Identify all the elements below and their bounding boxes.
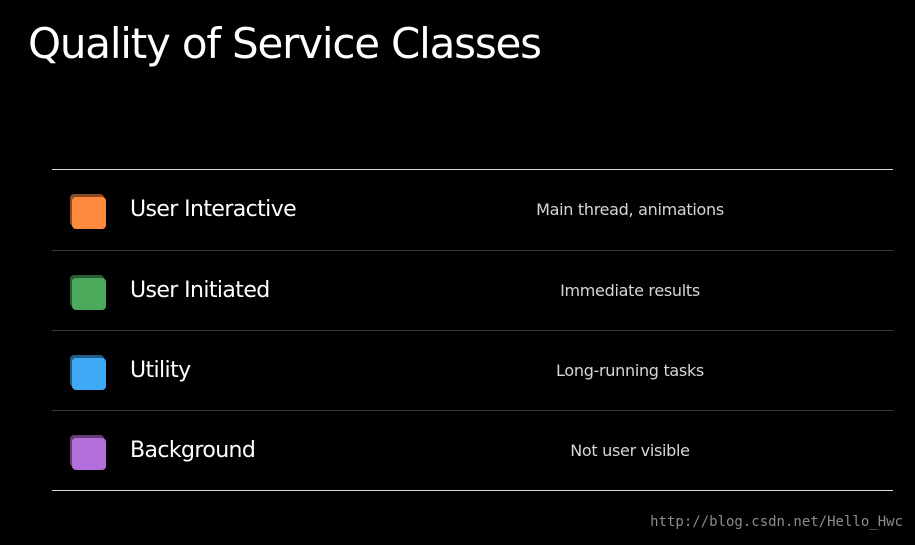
qos-class-name: User Initiated [130, 278, 270, 303]
green-square-icon [70, 275, 106, 310]
page-title: Quality of Service Classes [28, 19, 542, 68]
watermark-url: http://blog.csdn.net/Hello_Hwc [650, 514, 903, 530]
qos-class-name: Background [130, 438, 256, 463]
qos-class-description: Main thread, animations [536, 200, 724, 219]
qos-class-description: Immediate results [560, 281, 700, 300]
purple-square-icon [70, 435, 106, 470]
qos-class-name: User Interactive [130, 197, 297, 222]
qos-row-user-initiated: User Initiated Immediate results [52, 250, 893, 330]
blue-square-icon [70, 355, 106, 390]
orange-square-icon [70, 194, 106, 229]
qos-row-utility: Utility Long-running tasks [52, 330, 893, 410]
qos-row-user-interactive: User Interactive Main thread, animations [52, 170, 893, 250]
qos-class-description: Not user visible [570, 441, 690, 460]
qos-class-name: Utility [130, 358, 191, 383]
qos-classes-table: User Interactive Main thread, animations… [52, 169, 893, 491]
qos-class-description: Long-running tasks [556, 361, 704, 380]
qos-row-background: Background Not user visible [52, 410, 893, 490]
